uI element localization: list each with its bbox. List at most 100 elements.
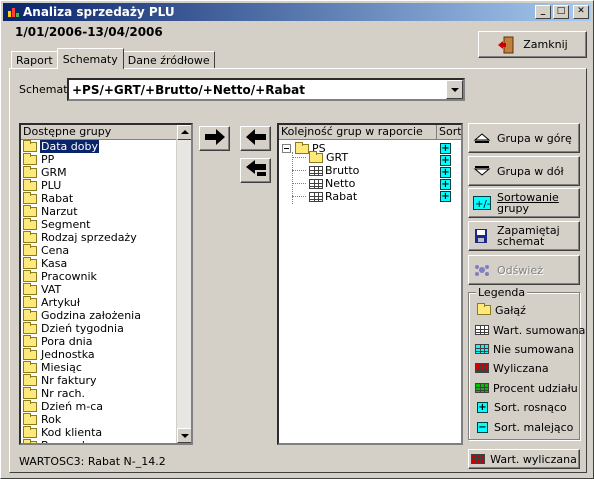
folder-icon bbox=[23, 412, 37, 425]
save-schema-button[interactable]: Zapamiętaj schemat bbox=[468, 221, 580, 251]
title-bar: Analiza sprzedaży PLU _ □ ✕ bbox=[3, 3, 591, 21]
list-item[interactable]: PLU bbox=[21, 178, 176, 192]
sort-ascending-toggle[interactable]: + bbox=[440, 155, 451, 166]
list-item[interactable]: Cena bbox=[21, 243, 176, 257]
legend-item-percent: Procent udziału bbox=[475, 381, 578, 395]
list-item[interactable]: Dzień tygodnia bbox=[21, 321, 176, 335]
refresh-button[interactable]: Odśwież bbox=[468, 255, 580, 285]
sort-column: + + + + + bbox=[439, 141, 461, 443]
list-item[interactable]: Kod klienta bbox=[21, 425, 176, 439]
list-item[interactable]: Pracownik bbox=[21, 269, 176, 283]
list-item[interactable]: Nr faktury bbox=[21, 373, 176, 387]
move-down-icon bbox=[473, 164, 491, 178]
tree-node-grt[interactable]: GRT bbox=[307, 150, 348, 164]
available-groups-list[interactable]: Dostępne grupy Data doby PP GRM PLU Rabat Nar… bbox=[19, 123, 193, 445]
scroll-down-icon[interactable] bbox=[177, 428, 191, 443]
folder-icon bbox=[23, 217, 37, 230]
legend-item-calc: Wyliczana bbox=[475, 361, 549, 375]
list-item[interactable]: Dzień m-ca bbox=[21, 399, 176, 413]
sort-ascending-icon: + bbox=[477, 401, 488, 413]
table-calc-icon bbox=[471, 454, 486, 464]
close-button[interactable]: Zamknij bbox=[478, 31, 587, 58]
minimize-button[interactable]: _ bbox=[535, 5, 551, 19]
remove-all-groups-button[interactable] bbox=[240, 158, 271, 183]
schema-label: Schemat: bbox=[19, 83, 72, 96]
folder-icon bbox=[309, 150, 323, 163]
table-icon bbox=[309, 191, 323, 202]
folder-icon bbox=[23, 308, 37, 321]
folder-icon bbox=[23, 425, 37, 438]
tab-dane-zrodlowe[interactable]: Dane źródłowe bbox=[122, 51, 215, 69]
status-text: WARTOSC3: Rabat N-_14.2 bbox=[19, 455, 166, 468]
list-item[interactable]: Segment bbox=[21, 217, 176, 231]
folder-icon bbox=[23, 438, 37, 443]
groups-scrollbar[interactable] bbox=[176, 125, 191, 443]
tab-raport[interactable]: Raport bbox=[11, 51, 58, 69]
folder-icon bbox=[23, 360, 37, 373]
table-nosum-icon bbox=[475, 344, 489, 354]
list-item[interactable]: Jednostka bbox=[21, 347, 176, 361]
sort-ascending-toggle[interactable]: + bbox=[440, 143, 451, 154]
list-item[interactable]: Godzina założenia bbox=[21, 308, 176, 322]
list-item[interactable]: Rabat bbox=[21, 191, 176, 205]
arrow-left-icon bbox=[245, 129, 267, 148]
list-item[interactable]: PP bbox=[21, 152, 176, 166]
floppy-disk-icon bbox=[473, 229, 491, 243]
folder-icon bbox=[23, 347, 37, 360]
group-up-button[interactable]: Grupa w górę bbox=[468, 123, 580, 153]
list-item[interactable]: Bez rach. bbox=[21, 438, 176, 443]
sort-ascending-toggle[interactable]: + bbox=[440, 167, 451, 178]
legend-item-branch: Gałąź bbox=[475, 303, 526, 317]
sort-descending-icon: − bbox=[477, 421, 488, 433]
folder-icon bbox=[23, 178, 37, 191]
folder-icon bbox=[23, 295, 37, 308]
legend-item-sort-asc: + Sort. rosnąco bbox=[477, 400, 567, 414]
list-item[interactable]: Pora dnia bbox=[21, 334, 176, 348]
chevron-down-icon[interactable] bbox=[446, 80, 463, 99]
folder-icon bbox=[23, 140, 37, 152]
group-down-button[interactable]: Grupa w dół bbox=[468, 156, 580, 186]
arrow-right-icon bbox=[204, 129, 226, 148]
sort-ascending-toggle[interactable]: + bbox=[440, 191, 451, 202]
list-item[interactable]: Kasa bbox=[21, 256, 176, 270]
table-icon bbox=[309, 178, 323, 189]
folder-icon bbox=[477, 303, 491, 315]
list-item[interactable]: Narzut bbox=[21, 204, 176, 218]
list-item[interactable]: VAT bbox=[21, 282, 176, 296]
folder-icon bbox=[23, 204, 37, 217]
list-item[interactable]: Miesiąc bbox=[21, 360, 176, 374]
tree-node-brutto[interactable]: Brutto bbox=[309, 164, 359, 177]
remove-group-button[interactable] bbox=[240, 126, 271, 151]
list-item[interactable]: Data doby bbox=[21, 140, 176, 153]
tree-line bbox=[292, 196, 306, 197]
available-groups-rows: Data doby PP GRM PLU Rabat Narzut Segment Rodza… bbox=[21, 140, 176, 443]
tree-line bbox=[292, 183, 306, 184]
table-percent-icon bbox=[475, 383, 489, 393]
folder-icon bbox=[23, 334, 37, 347]
move-up-icon bbox=[473, 131, 491, 145]
folder-icon bbox=[23, 282, 37, 295]
maximize-button[interactable]: □ bbox=[553, 5, 569, 19]
folder-icon bbox=[23, 373, 37, 386]
add-group-button[interactable] bbox=[199, 126, 230, 151]
sort-group-button[interactable]: +/- Sortowanie grupy bbox=[468, 188, 580, 218]
close-window-button[interactable]: ✕ bbox=[573, 5, 589, 19]
scroll-up-icon[interactable] bbox=[177, 125, 191, 140]
schema-select[interactable]: +PS/+GRT/+Brutto/+Netto/+Rabat bbox=[67, 78, 465, 101]
list-item[interactable]: Rodzaj sprzedaży bbox=[21, 230, 176, 244]
sort-ascending-toggle[interactable]: + bbox=[440, 179, 451, 190]
close-button-label: Zamknij bbox=[523, 38, 568, 51]
folder-icon bbox=[23, 230, 37, 243]
list-item[interactable]: Nr rach. bbox=[21, 386, 176, 400]
tree-node-rabat[interactable]: Rabat bbox=[309, 190, 357, 203]
table-calc-icon bbox=[475, 363, 489, 373]
calculated-value-button[interactable]: Wart. wyliczana bbox=[468, 449, 580, 469]
tree-node-netto[interactable]: Netto bbox=[309, 177, 355, 190]
tab-schematy[interactable]: Schematy bbox=[56, 48, 124, 69]
collapse-icon[interactable] bbox=[282, 144, 291, 153]
list-item[interactable]: Rok bbox=[21, 412, 176, 426]
list-item[interactable]: Artykuł bbox=[21, 295, 176, 309]
legend-item-sum: Wart. sumowana bbox=[475, 323, 585, 337]
report-group-order-tree[interactable]: Kolejność grup w raporcie Sort. PS GRT B… bbox=[277, 123, 463, 445]
list-item[interactable]: GRM bbox=[21, 165, 176, 179]
